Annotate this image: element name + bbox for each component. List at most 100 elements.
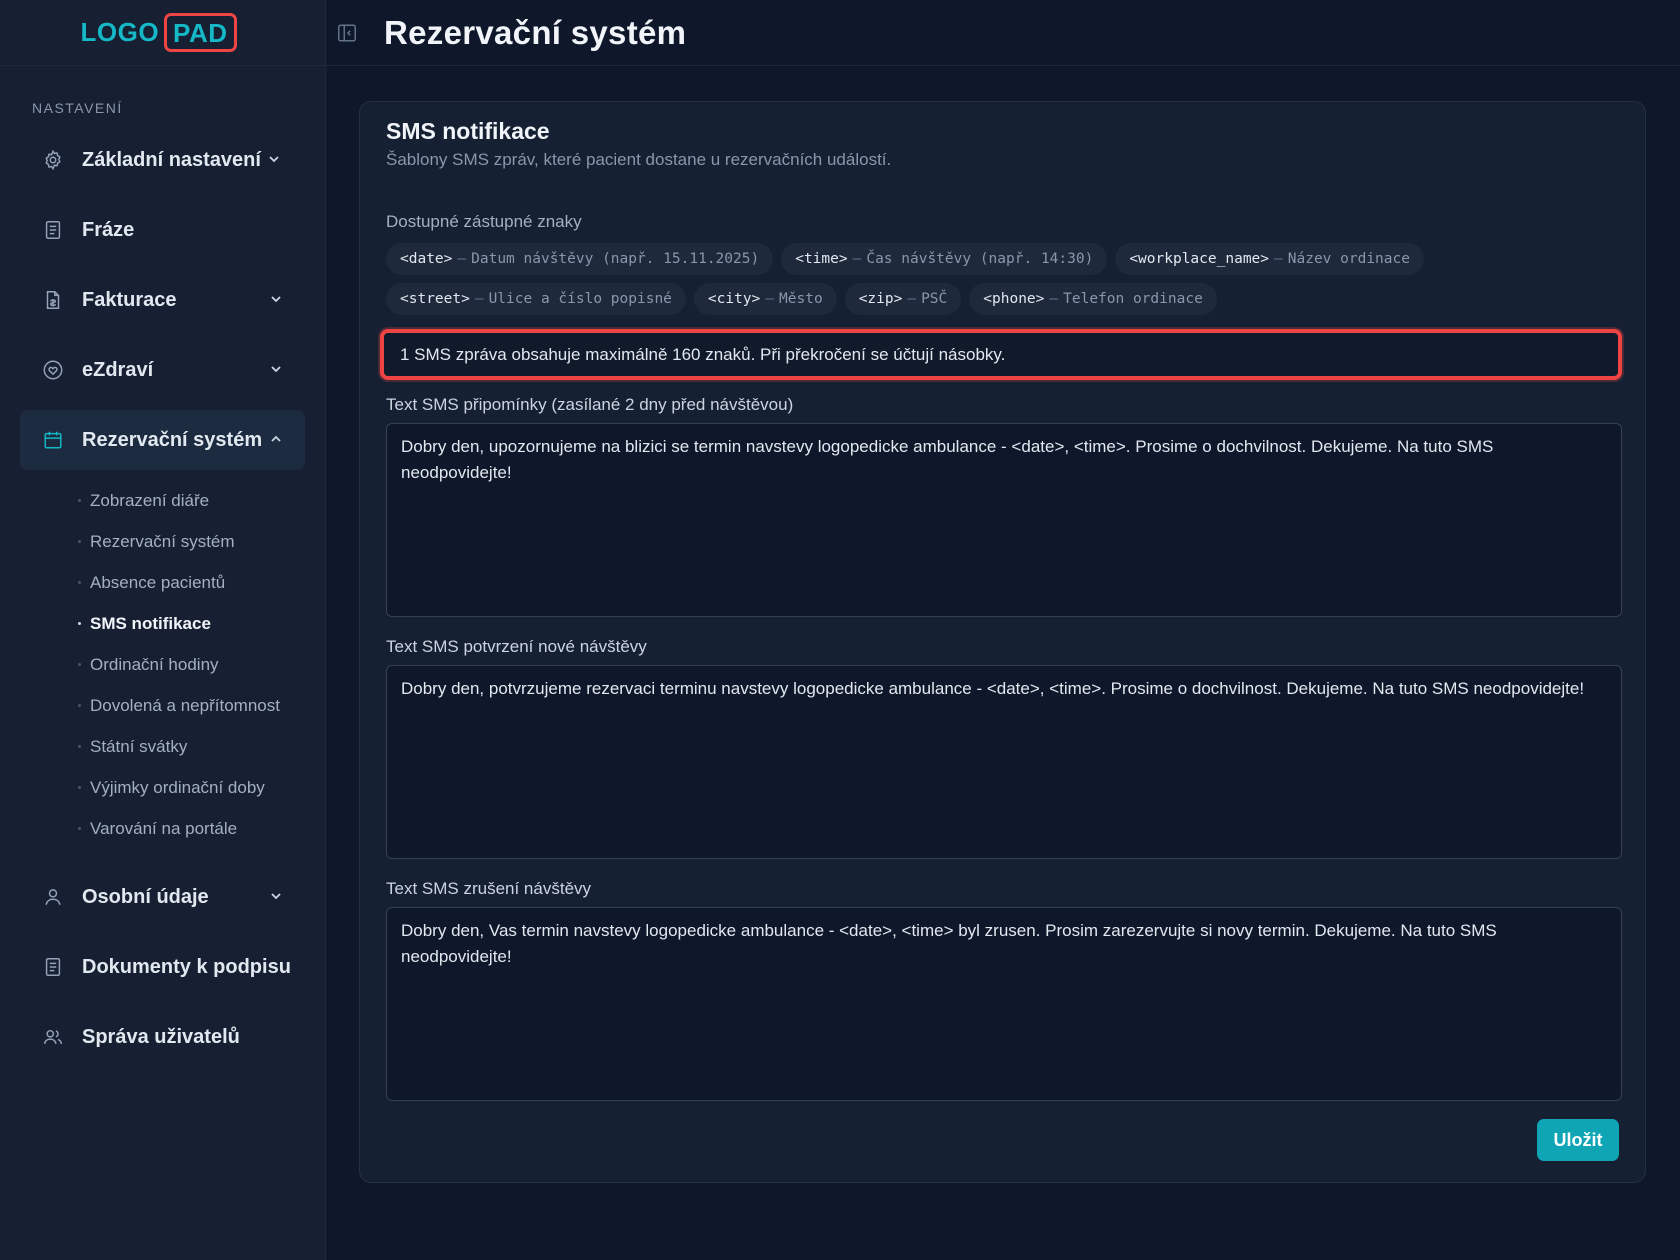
sidebar-item-label: Dokumenty k podpisu [82, 955, 291, 978]
placeholder-chip-date[interactable]: <date> – Datum návštěvy (např. 15.11.2025) [386, 243, 774, 275]
chip-desc: Ulice a číslo popisné [488, 291, 672, 307]
sidebar-item-osobni-udaje[interactable]: Osobní údaje [20, 867, 305, 927]
top-header: Rezervační systém [326, 0, 1680, 66]
chip-desc: Čas návštěvy (např. 14:30) [866, 251, 1094, 267]
sidebar-subitem-label: Varování na portále [90, 818, 238, 838]
sidebar-item-fakturace[interactable]: Fakturace [20, 270, 305, 330]
chip-dash: – [765, 291, 775, 307]
chip-dash: – [1049, 291, 1059, 307]
bullet-dot [78, 827, 81, 830]
reminder-sms-label: Text SMS připomínky (zasílané 2 dny před… [386, 395, 794, 414]
card-title: SMS notifikace [386, 118, 550, 144]
placeholder-chip-time[interactable]: <time> – Čas návštěvy (např. 14:30) [781, 243, 1108, 275]
chip-desc: Město [779, 291, 823, 307]
sidebar-subitem-statni-svatky[interactable]: Státní svátky [0, 726, 325, 767]
sidebar-item-label: Základní nastavení [82, 148, 261, 171]
sms-length-info-text: 1 SMS zpráva obsahuje maximálně 160 znak… [400, 344, 1006, 364]
placeholder-chip-phone[interactable]: <phone> – Telefon ordinace [969, 283, 1217, 315]
chip-desc: PSČ [921, 291, 948, 307]
bullet-dot [78, 786, 81, 789]
chip-dash: – [474, 291, 484, 307]
sidebar-subitem-absence-pacientu[interactable]: Absence pacientů [0, 562, 325, 603]
sidebar-section-label: NASTAVENÍ [32, 100, 123, 116]
page-title: Rezervační systém [384, 13, 687, 51]
sms-notifications-card: SMS notifikace Šablony SMS zpráv, které … [359, 101, 1646, 1183]
chip-row: <date> – Datum návštěvy (např. 15.11.2025)… [386, 243, 1626, 275]
invoice-icon [42, 289, 64, 311]
chip-dash: – [1274, 251, 1283, 267]
chevron-down-icon [269, 889, 283, 903]
placeholder-chips: <date> – Datum návštěvy (např. 15.11.2025)… [386, 243, 1626, 323]
sidebar-item-label: eZdraví [82, 358, 154, 381]
sidebar-subitem-label: Dovolená a nepřítomnost [90, 695, 280, 715]
sidebar-item-zakladni-nastaveni[interactable]: Základní nastavení [20, 130, 305, 190]
sms-length-info: 1 SMS zpráva obsahuje maximálně 160 znak… [380, 329, 1622, 380]
logo-area: LOGO PAD [0, 0, 325, 66]
reminder-sms-textarea[interactable]: Dobry den, upozornujeme na blizici se te… [386, 423, 1622, 617]
card-subtitle: Šablony SMS zpráv, které pacient dostane… [386, 150, 892, 169]
chip-token: <date> [400, 251, 453, 267]
sidebar-subitem-zobrazeni-diare[interactable]: Zobrazení diáře [0, 480, 325, 521]
chip-dash: – [852, 251, 862, 267]
logo[interactable]: LOGO PAD [80, 13, 237, 52]
document-icon [42, 956, 64, 978]
heart-icon [42, 359, 64, 381]
placeholder-chip-city[interactable]: <city> – Město [693, 283, 837, 315]
confirmation-sms-label: Text SMS potvrzení nové návštěvy [386, 637, 647, 656]
sidebar-item-ezdravi[interactable]: eZdraví [20, 340, 305, 400]
placeholder-chip-zip[interactable]: <zip> – PSČ [844, 283, 962, 315]
chevron-up-icon [269, 432, 283, 446]
cancellation-sms-textarea[interactable]: Dobry den, Vas termin navstevy logopedic… [386, 907, 1622, 1101]
bullet-dot [78, 622, 81, 625]
bullet-dot [78, 745, 81, 748]
users-icon [42, 1026, 64, 1048]
sidebar-subitem-rezervacni-system[interactable]: Rezervační systém [0, 521, 325, 562]
sidebar-item-dokumenty-k-podpisu[interactable]: Dokumenty k podpisu [20, 937, 305, 997]
sidebar-nav: Základní nastavení Fráze Fakturace eZdra… [0, 130, 325, 470]
chevron-down-icon [269, 292, 283, 306]
chevron-down-icon [269, 362, 283, 376]
chip-desc: Telefon ordinace [1063, 291, 1203, 307]
sidebar-item-label: Fakturace [82, 288, 177, 311]
sidebar-subitem-vyjimky[interactable]: Výjimky ordinační doby [0, 767, 325, 808]
chip-desc: Název ordinace [1287, 251, 1410, 267]
sidebar-nav-secondary: Osobní údaje Dokumenty k podpisu Správa … [0, 867, 325, 1067]
sidebar-item-fraze[interactable]: Fráze [20, 200, 305, 260]
sidebar-item-rezervacni-system[interactable]: Rezervační systém [20, 410, 305, 470]
logo-text-part1: LOGO [80, 17, 160, 47]
chevron-down-icon [267, 152, 281, 166]
save-button[interactable]: Uložit [1537, 1119, 1619, 1161]
placeholder-chip-street[interactable]: <street> – Ulice a číslo popisné [386, 283, 686, 315]
chip-desc: Datum návštěvy (např. 15.11.2025) [471, 251, 760, 267]
chip-token: <phone> [983, 291, 1045, 307]
logo-text-part2: PAD [164, 13, 237, 52]
gear-icon [42, 149, 64, 171]
placeholder-chip-workplace-name[interactable]: <workplace_name> – Název ordinace [1115, 243, 1424, 275]
sidebar-item-sprava-uzivatelu[interactable]: Správa uživatelů [20, 1007, 305, 1067]
calendar-icon [42, 429, 64, 451]
user-icon [42, 886, 64, 908]
sidebar: LOGO PAD NASTAVENÍ Základní nastavení Fr… [0, 0, 326, 1260]
sidebar-subitem-ordinacni-hodiny[interactable]: Ordinační hodiny [0, 644, 325, 685]
sidebar-subitem-varovani[interactable]: Varování na portále [0, 808, 325, 849]
confirmation-sms-textarea[interactable]: Dobry den, potvrzujeme rezervaci terminu… [386, 665, 1622, 859]
sidebar-subitem-label: Ordinační hodiny [90, 654, 219, 674]
sidebar-item-label: Rezervační systém [82, 428, 263, 451]
sidebar-subitem-label: Státní svátky [90, 736, 188, 756]
bullet-dot [78, 663, 81, 666]
sidebar-subitem-label: Absence pacientů [90, 572, 226, 592]
sidebar-item-label: Správa uživatelů [82, 1025, 240, 1048]
bullet-dot [78, 581, 81, 584]
sidebar-collapse-icon[interactable] [336, 22, 358, 44]
chip-dash: – [907, 291, 917, 307]
chip-token: <zip> [858, 291, 903, 307]
sidebar-submenu: Zobrazení diáře Rezervační systém Absenc… [0, 480, 325, 849]
cancellation-sms-label: Text SMS zrušení návštěvy [386, 879, 592, 898]
sidebar-subitem-label: Rezervační systém [90, 531, 235, 551]
sidebar-item-label: Osobní údaje [82, 885, 209, 908]
sidebar-subitem-label: SMS notifikace [90, 613, 211, 633]
sidebar-subitem-dovolena[interactable]: Dovolená a nepřítomnost [0, 685, 325, 726]
sidebar-subitem-sms-notifikace[interactable]: SMS notifikace [0, 603, 325, 644]
sidebar-subitem-label: Výjimky ordinační doby [90, 777, 265, 797]
chip-row: <street> – Ulice a číslo popisné <city> – Mě… [386, 283, 1626, 315]
